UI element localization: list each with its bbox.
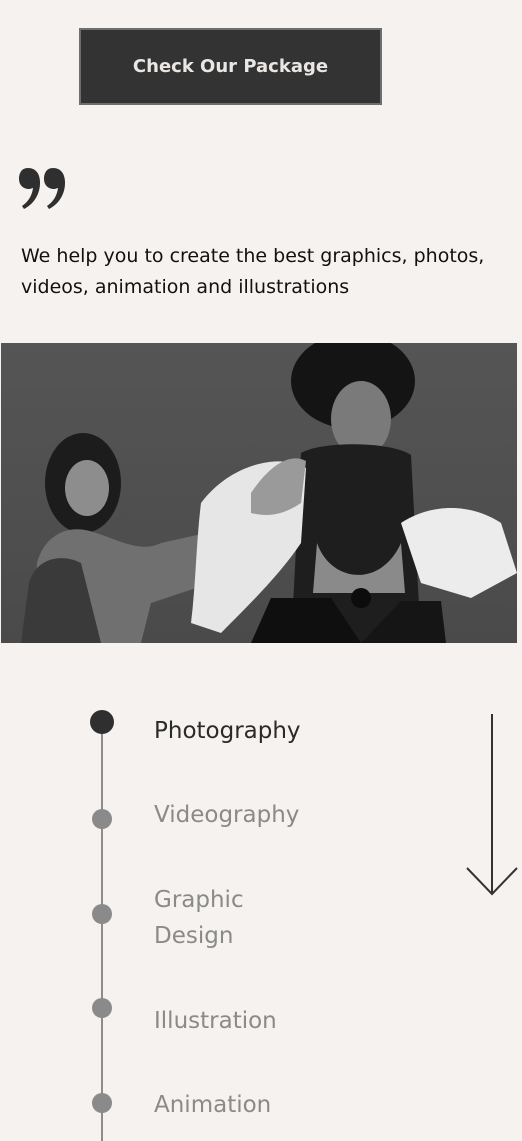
service-item-illustration[interactable]: Illustration [154,1003,277,1039]
service-item-animation[interactable]: Animation [154,1087,271,1123]
arrow-down-icon [466,714,518,896]
service-item-photography[interactable]: Photography [154,713,301,749]
timeline-line [101,722,103,1141]
page: Check Our Package We help you to create … [0,0,522,1141]
service-item-videography[interactable]: Videography [154,797,299,833]
tagline: We help you to create the best graphics,… [21,245,485,298]
timeline-dot [92,1093,112,1113]
timeline-dot [92,809,112,829]
check-package-button[interactable]: Check Our Package [79,28,382,105]
timeline-dot [92,998,112,1018]
timeline-dot [92,904,112,924]
timeline-dot-active [90,710,114,734]
service-item-graphic-design[interactable]: Graphic Design [154,882,274,954]
quote-icon [19,168,65,209]
dancers-photo [1,343,517,643]
